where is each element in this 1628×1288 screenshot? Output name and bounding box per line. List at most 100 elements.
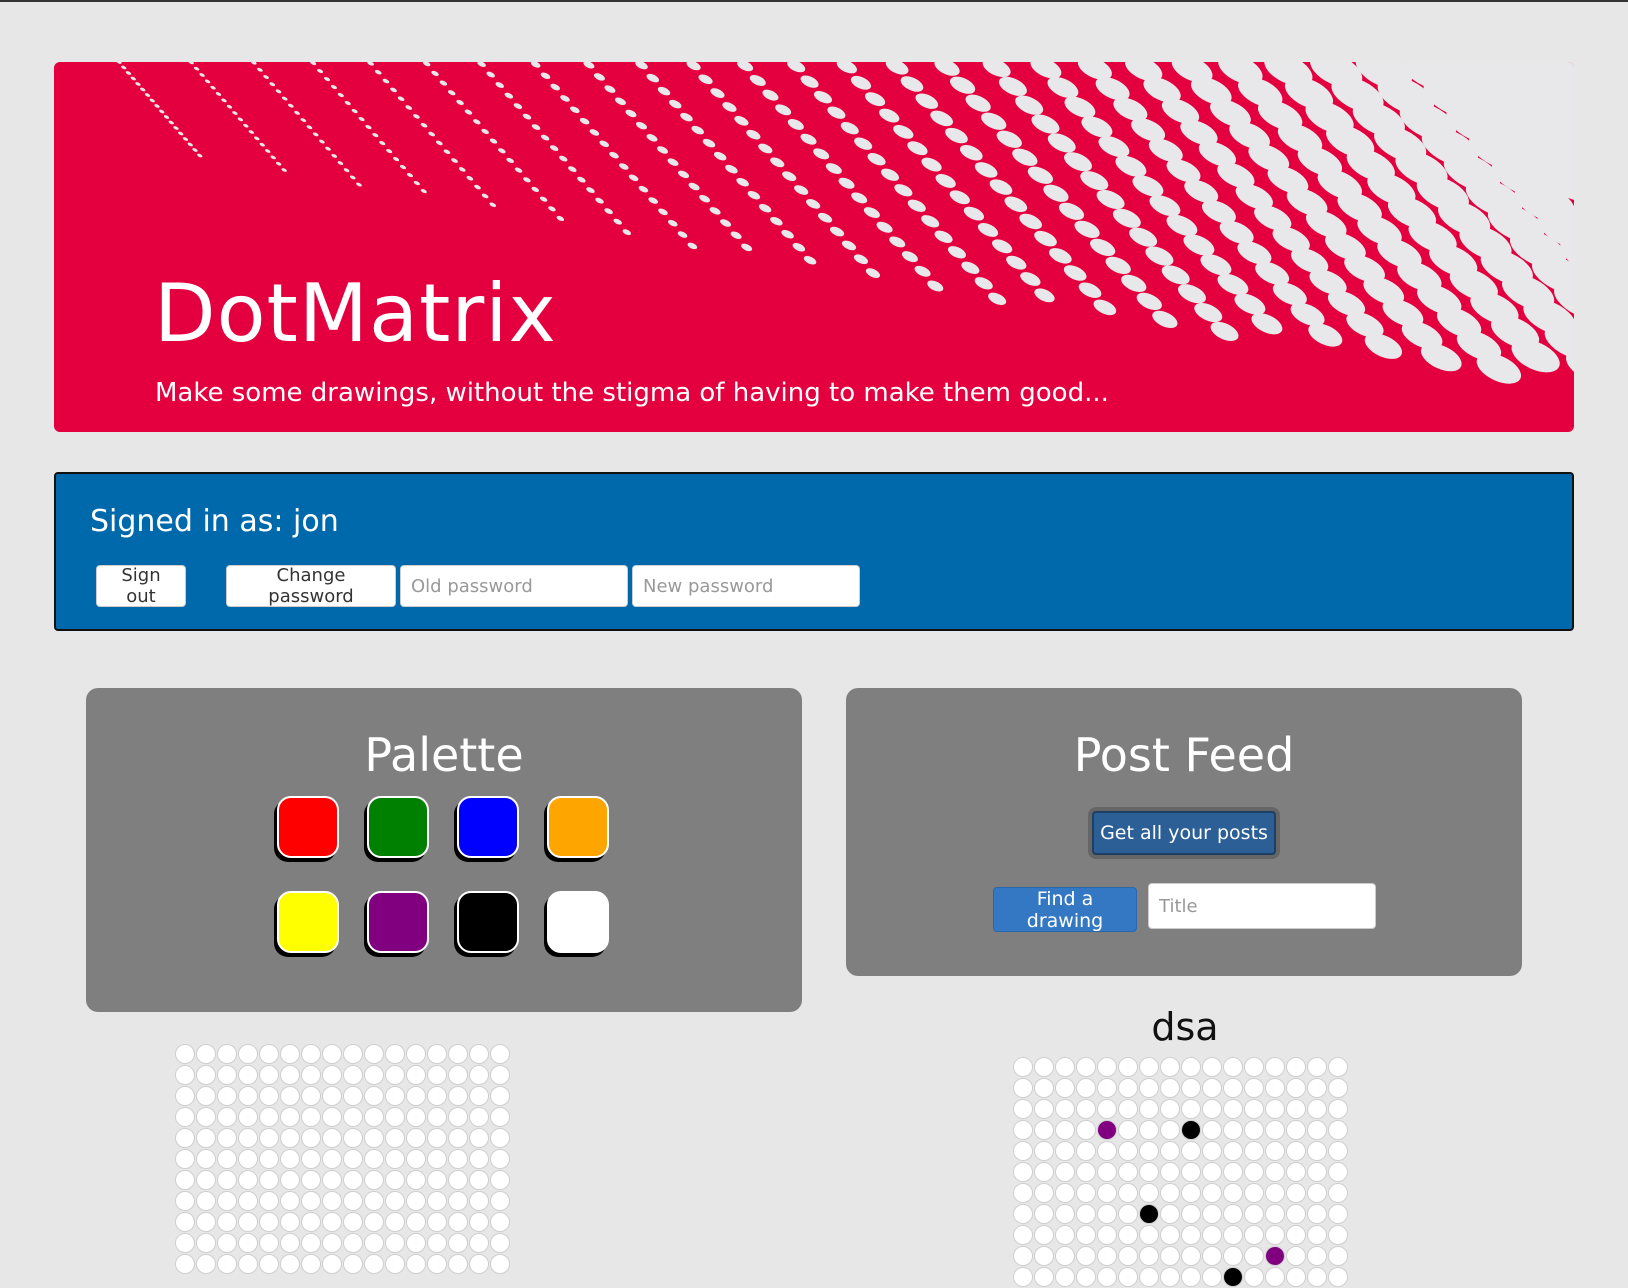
canvas-dot[interactable] [259,1191,279,1211]
canvas-dot[interactable] [364,1044,384,1064]
swatch-orange[interactable] [547,796,609,858]
canvas-dot[interactable] [196,1107,216,1127]
canvas-dot[interactable] [448,1065,468,1085]
canvas-dot[interactable] [175,1233,195,1253]
canvas-dot[interactable] [322,1086,342,1106]
canvas-dot[interactable] [280,1212,300,1232]
canvas-dot[interactable] [385,1191,405,1211]
canvas-dot[interactable] [238,1212,258,1232]
canvas-dot[interactable] [427,1170,447,1190]
canvas-dot[interactable] [469,1191,489,1211]
canvas-dot[interactable] [385,1107,405,1127]
canvas-dot[interactable] [175,1191,195,1211]
canvas-dot[interactable] [469,1086,489,1106]
canvas-dot[interactable] [343,1149,363,1169]
canvas-dot[interactable] [322,1233,342,1253]
swatch-red[interactable] [277,796,339,858]
canvas-dot[interactable] [406,1128,426,1148]
canvas-dot[interactable] [238,1128,258,1148]
canvas-dot[interactable] [427,1254,447,1274]
canvas-dot[interactable] [385,1086,405,1106]
canvas-dot[interactable] [217,1254,237,1274]
canvas-dot[interactable] [406,1212,426,1232]
canvas-dot[interactable] [217,1170,237,1190]
canvas-dot[interactable] [301,1191,321,1211]
swatch-green[interactable] [367,796,429,858]
canvas-dot[interactable] [448,1086,468,1106]
canvas-dot[interactable] [196,1065,216,1085]
canvas-dot[interactable] [259,1149,279,1169]
canvas-dot[interactable] [490,1044,510,1064]
canvas-dot[interactable] [406,1065,426,1085]
canvas-dot[interactable] [343,1128,363,1148]
canvas-dot[interactable] [196,1233,216,1253]
canvas-dot[interactable] [322,1149,342,1169]
canvas-dot[interactable] [322,1254,342,1274]
canvas-dot[interactable] [448,1128,468,1148]
canvas-dot[interactable] [406,1044,426,1064]
canvas-dot[interactable] [490,1149,510,1169]
change-password-button[interactable]: Change password [226,565,396,607]
canvas-dot[interactable] [385,1233,405,1253]
canvas-dot[interactable] [301,1044,321,1064]
canvas-dot[interactable] [490,1065,510,1085]
canvas-dot[interactable] [196,1128,216,1148]
canvas-dot[interactable] [427,1107,447,1127]
drawing-canvas[interactable] [175,1044,511,1275]
canvas-dot[interactable] [259,1254,279,1274]
canvas-dot[interactable] [343,1044,363,1064]
canvas-dot[interactable] [469,1212,489,1232]
canvas-dot[interactable] [280,1128,300,1148]
canvas-dot[interactable] [280,1254,300,1274]
canvas-dot[interactable] [343,1170,363,1190]
canvas-dot[interactable] [385,1254,405,1274]
swatch-yellow[interactable] [277,891,339,953]
canvas-dot[interactable] [364,1065,384,1085]
canvas-dot[interactable] [448,1044,468,1064]
canvas-dot[interactable] [427,1191,447,1211]
drawing-title-input[interactable] [1148,883,1376,929]
canvas-dot[interactable] [427,1212,447,1232]
canvas-dot[interactable] [217,1233,237,1253]
canvas-dot[interactable] [427,1086,447,1106]
canvas-dot[interactable] [490,1191,510,1211]
canvas-dot[interactable] [238,1233,258,1253]
canvas-dot[interactable] [259,1107,279,1127]
canvas-dot[interactable] [448,1212,468,1232]
canvas-dot[interactable] [343,1107,363,1127]
canvas-dot[interactable] [196,1254,216,1274]
canvas-dot[interactable] [238,1044,258,1064]
canvas-dot[interactable] [490,1212,510,1232]
canvas-dot[interactable] [448,1107,468,1127]
canvas-dot[interactable] [175,1170,195,1190]
canvas-dot[interactable] [217,1191,237,1211]
canvas-dot[interactable] [217,1044,237,1064]
canvas-dot[interactable] [259,1233,279,1253]
canvas-dot[interactable] [217,1149,237,1169]
canvas-dot[interactable] [364,1107,384,1127]
canvas-dot[interactable] [238,1170,258,1190]
canvas-dot[interactable] [343,1212,363,1232]
canvas-dot[interactable] [385,1065,405,1085]
canvas-dot[interactable] [196,1212,216,1232]
canvas-dot[interactable] [448,1254,468,1274]
canvas-dot[interactable] [280,1233,300,1253]
canvas-dot[interactable] [196,1170,216,1190]
canvas-dot[interactable] [364,1254,384,1274]
canvas-dot[interactable] [406,1149,426,1169]
canvas-dot[interactable] [280,1170,300,1190]
canvas-dot[interactable] [280,1107,300,1127]
swatch-black[interactable] [457,891,519,953]
canvas-dot[interactable] [238,1065,258,1085]
canvas-dot[interactable] [343,1065,363,1085]
canvas-dot[interactable] [343,1233,363,1253]
canvas-dot[interactable] [238,1254,258,1274]
canvas-dot[interactable] [217,1065,237,1085]
canvas-dot[interactable] [322,1107,342,1127]
canvas-dot[interactable] [385,1170,405,1190]
canvas-dot[interactable] [259,1065,279,1085]
canvas-dot[interactable] [217,1128,237,1148]
canvas-dot[interactable] [238,1149,258,1169]
canvas-dot[interactable] [427,1233,447,1253]
canvas-dot[interactable] [427,1065,447,1085]
